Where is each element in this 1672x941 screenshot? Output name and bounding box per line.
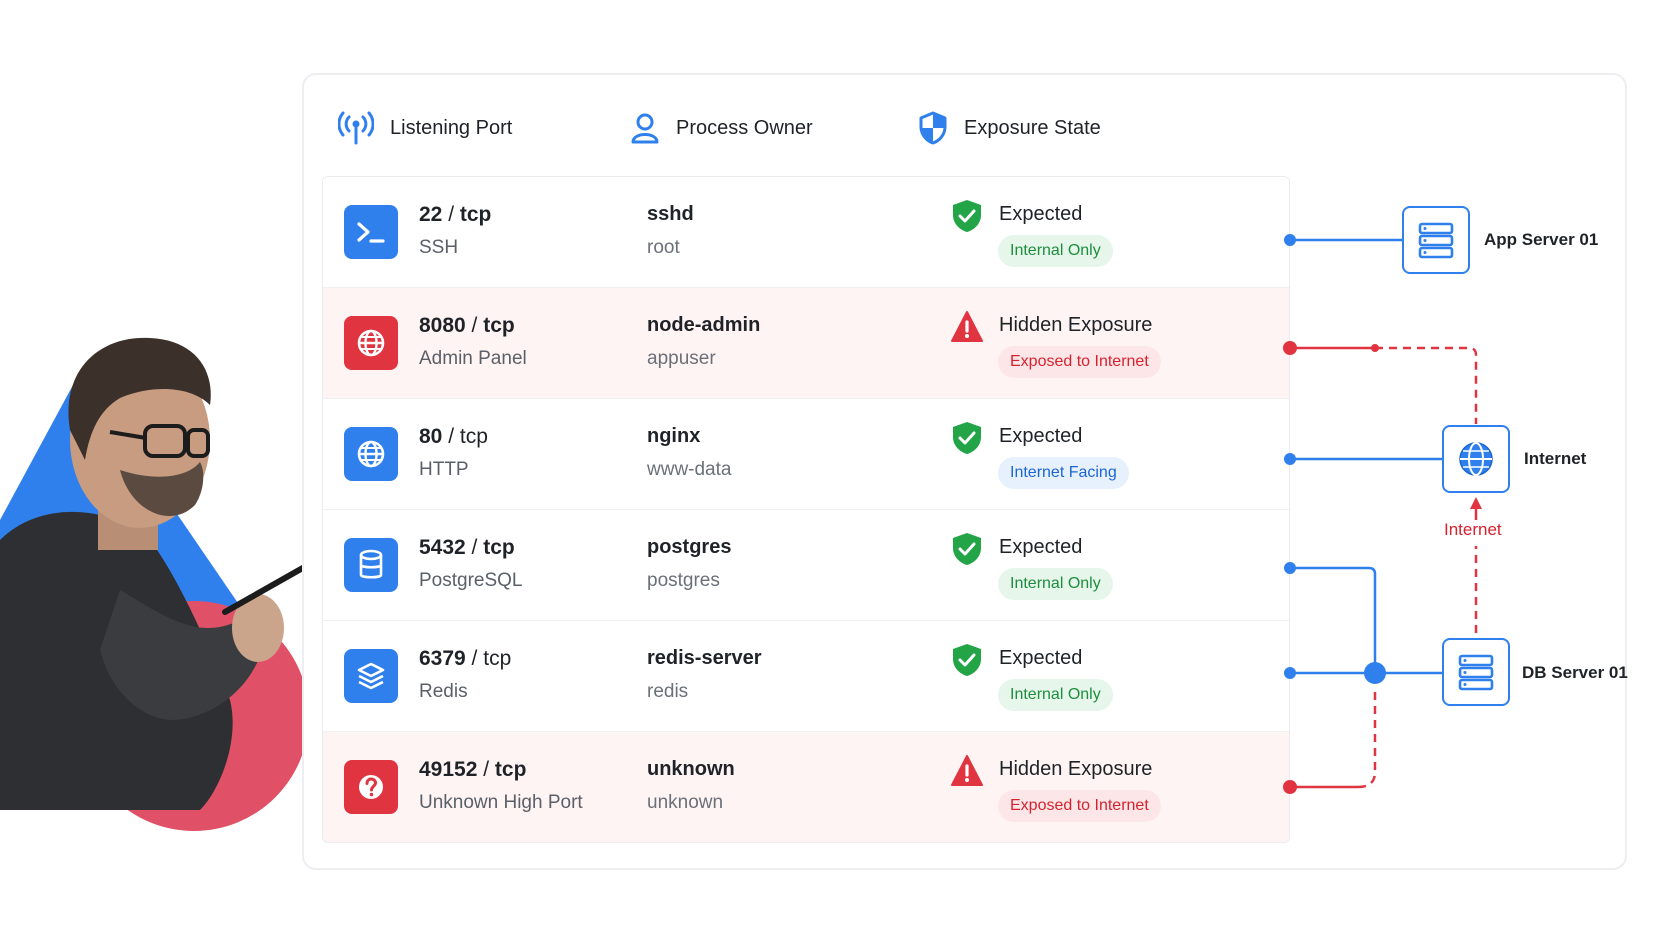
column-header-owner: Process Owner bbox=[630, 103, 813, 153]
user-icon bbox=[630, 112, 660, 144]
service-name: Unknown High Port bbox=[419, 792, 583, 813]
process-owner: postgres bbox=[647, 570, 720, 591]
question-icon bbox=[344, 760, 398, 814]
service-name: Admin Panel bbox=[419, 348, 527, 369]
db-server-label: DB Server 01 bbox=[1522, 663, 1628, 682]
process-name: node-admin bbox=[647, 314, 761, 336]
status-badge: Internal Only bbox=[998, 235, 1113, 267]
process-name: unknown bbox=[647, 758, 735, 780]
listening-ports-table: 22 / tcp SSH sshd root Expected Internal… bbox=[322, 176, 1290, 843]
service-name: Redis bbox=[419, 681, 468, 702]
globe-icon bbox=[344, 427, 398, 481]
port-number: 80 / tcp bbox=[419, 425, 488, 448]
shield-check-icon bbox=[953, 533, 981, 565]
column-header-port-label: Listening Port bbox=[390, 116, 513, 139]
status-badge: Exposed to Internet bbox=[998, 346, 1161, 378]
exposure-state: Expected bbox=[999, 203, 1083, 225]
table-row[interactable]: 49152 / tcp Unknown High Port unknown un… bbox=[323, 732, 1289, 842]
port-number: 5432 / tcp bbox=[419, 536, 515, 559]
warning-icon bbox=[951, 755, 983, 786]
service-name: SSH bbox=[419, 237, 459, 258]
process-name: redis-server bbox=[647, 647, 762, 669]
shield-check-icon bbox=[953, 422, 981, 454]
table-row[interactable]: 80 / tcp HTTP nginx www-data Expected In… bbox=[323, 399, 1289, 510]
table-row[interactable]: 6379 / tcp Redis redis-server redis Expe… bbox=[323, 621, 1289, 732]
exposure-state: Hidden Exposure bbox=[999, 314, 1153, 336]
process-owner: www-data bbox=[647, 459, 732, 480]
internet-node[interactable] bbox=[1442, 425, 1510, 493]
table-row[interactable]: 8080 / tcp Admin Panel node-admin appuse… bbox=[323, 288, 1289, 399]
process-owner: unknown bbox=[647, 792, 724, 813]
process-owner: root bbox=[647, 237, 680, 258]
status-badge: Internal Only bbox=[998, 568, 1113, 600]
port-number: 8080 / tcp bbox=[419, 314, 515, 337]
table-row[interactable]: 22 / tcp SSH sshd root Expected Internal… bbox=[323, 177, 1289, 288]
globe-icon bbox=[1459, 442, 1493, 476]
column-header-owner-label: Process Owner bbox=[676, 116, 813, 139]
internet-edge-label: Internet bbox=[1444, 520, 1502, 539]
internet-label: Internet bbox=[1524, 449, 1587, 468]
exposure-state: Expected bbox=[999, 425, 1083, 447]
db-server-node[interactable] bbox=[1442, 638, 1510, 706]
database-icon bbox=[344, 538, 398, 592]
analyst-illustration bbox=[0, 337, 311, 831]
process-name: postgres bbox=[647, 536, 732, 558]
port-number: 22 / tcp bbox=[419, 203, 492, 226]
shield-icon bbox=[918, 111, 948, 145]
app-server-node[interactable] bbox=[1402, 206, 1470, 274]
terminal-icon bbox=[344, 205, 398, 259]
globe-icon bbox=[344, 316, 398, 370]
shield-check-icon bbox=[953, 200, 981, 232]
port-number: 6379 / tcp bbox=[419, 647, 512, 670]
column-header-port: Listening Port bbox=[338, 103, 512, 153]
process-name: nginx bbox=[647, 425, 701, 447]
status-badge: Internal Only bbox=[998, 679, 1113, 711]
server-icon bbox=[1458, 654, 1494, 691]
antenna-icon bbox=[338, 111, 374, 145]
process-owner: redis bbox=[647, 681, 689, 702]
status-badge: Internet Facing bbox=[998, 457, 1129, 489]
port-number: 49152 / tcp bbox=[419, 758, 527, 781]
column-header-state-label: Exposure State bbox=[964, 116, 1101, 139]
status-badge: Exposed to Internet bbox=[998, 790, 1161, 822]
exposure-state: Hidden Exposure bbox=[999, 758, 1153, 780]
exposure-state: Expected bbox=[999, 536, 1083, 558]
server-icon bbox=[1418, 222, 1454, 259]
table-row[interactable]: 5432 / tcp PostgreSQL postgres postgres … bbox=[323, 510, 1289, 621]
service-name: PostgreSQL bbox=[419, 570, 523, 591]
app-server-label: App Server 01 bbox=[1484, 230, 1599, 249]
exposure-state: Expected bbox=[999, 647, 1083, 669]
process-owner: appuser bbox=[647, 348, 716, 369]
process-name: sshd bbox=[647, 203, 694, 225]
layers-icon bbox=[344, 649, 398, 703]
service-name: HTTP bbox=[419, 459, 469, 480]
warning-icon bbox=[951, 311, 983, 342]
shield-check-icon bbox=[953, 644, 981, 676]
column-header-state: Exposure State bbox=[918, 103, 1101, 153]
